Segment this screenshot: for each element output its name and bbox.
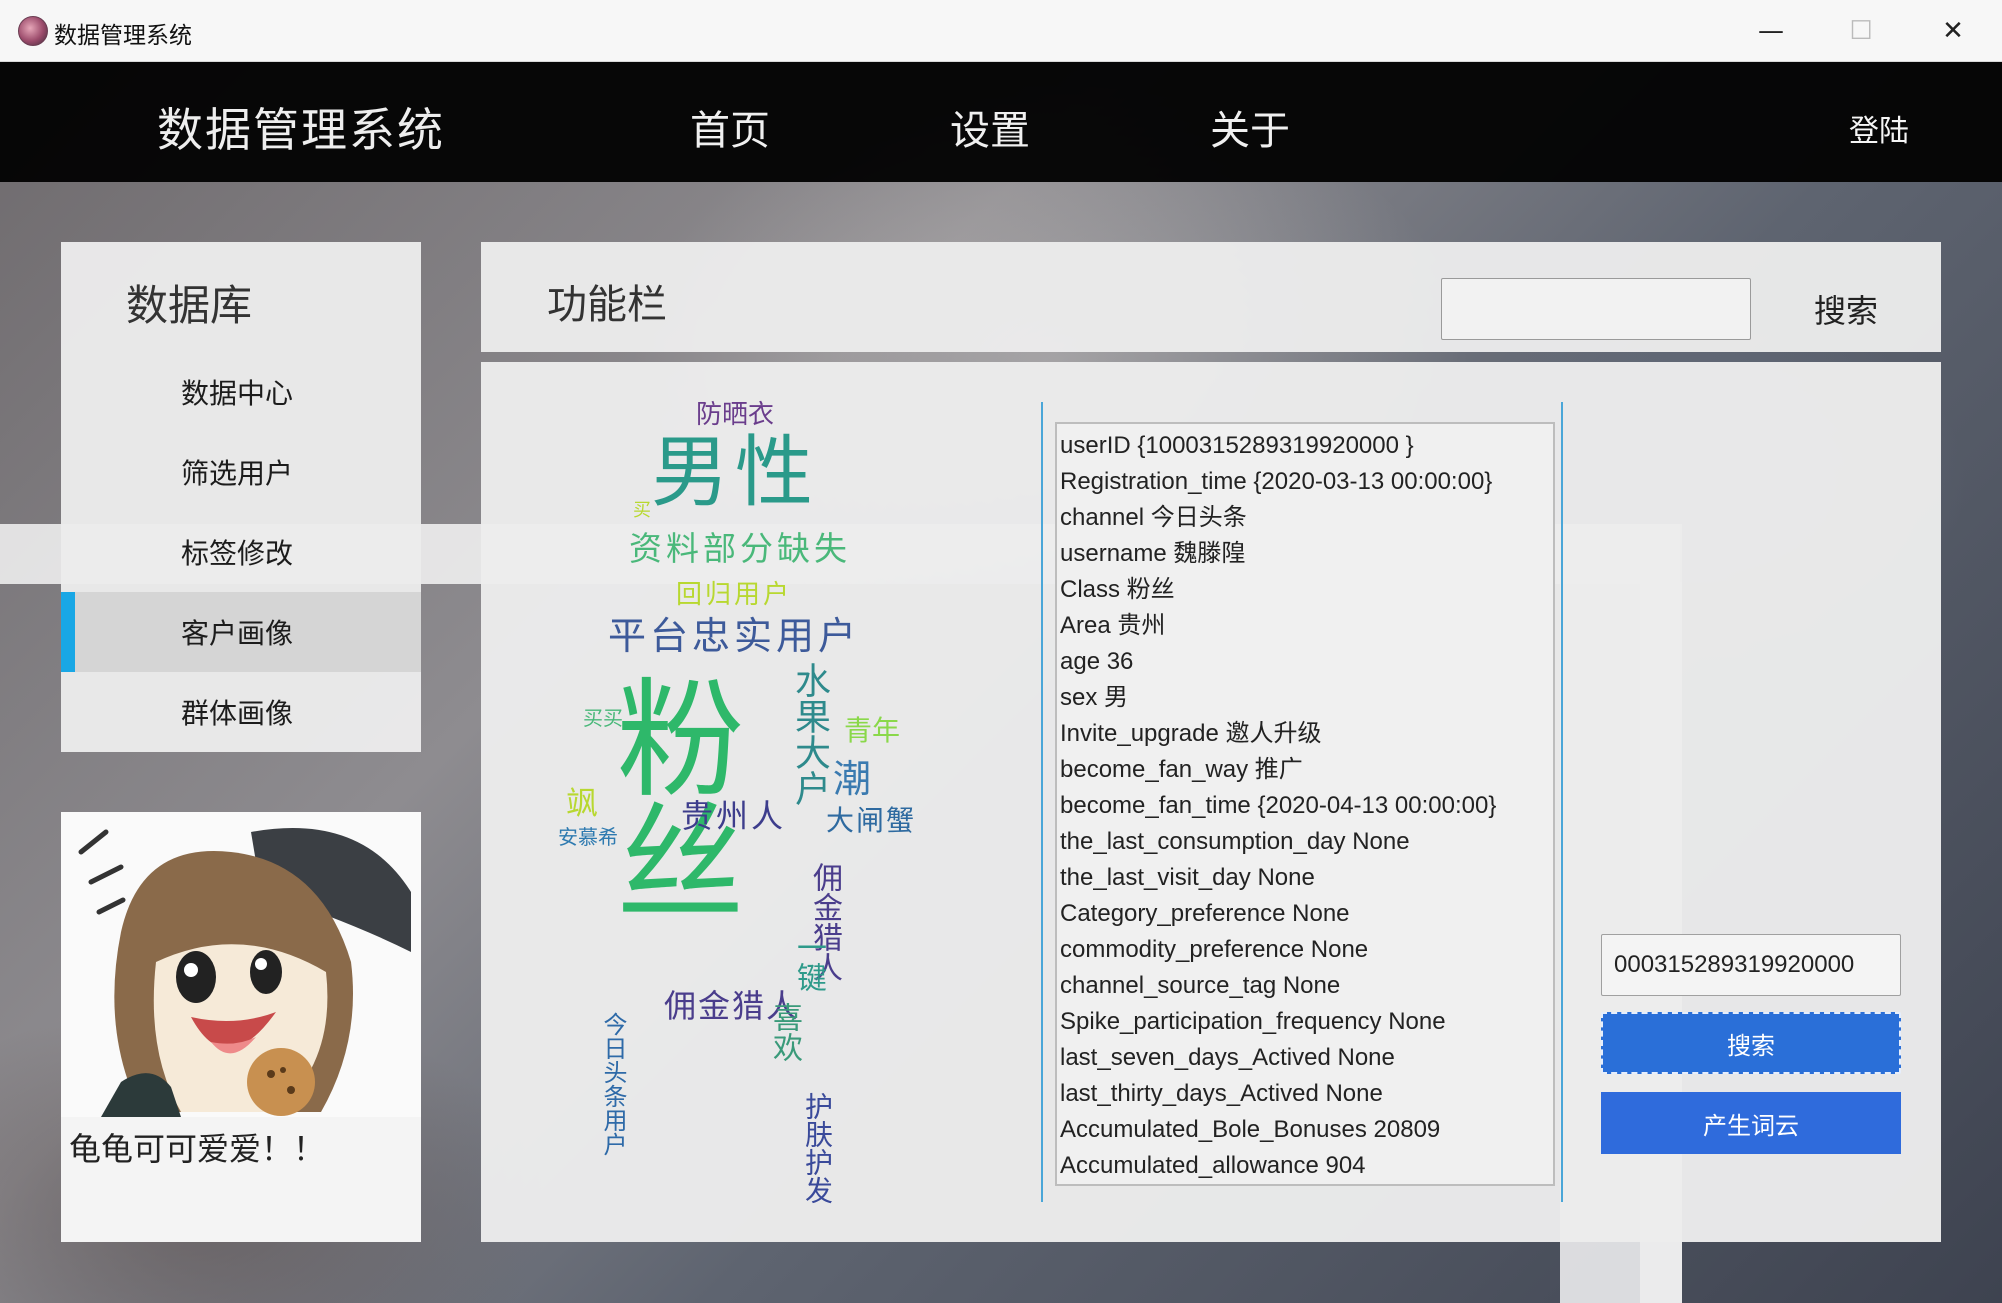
sidebar-item-label: 群体画像 <box>181 697 294 730</box>
top-navbar: 数据管理系统 首页 设置 关于 登陆 <box>0 62 2002 182</box>
nav-link-home[interactable]: 首页 <box>690 98 770 156</box>
word-cloud-word: 买买 <box>583 706 623 730</box>
sidebar-item-label: 标签修改 <box>181 537 294 570</box>
close-icon: ✕ <box>1942 16 1964 46</box>
profile-field-row: Registration_time {2020-03-13 00:00:00} <box>1060 468 1493 495</box>
word-cloud-word: 粉丝 <box>594 672 743 920</box>
profile-field-row: last_seven_days_Actived None <box>1060 1044 1395 1071</box>
word-cloud-word: 资料部分缺失 <box>629 529 851 568</box>
profile-field-row: become_fan_time {2020-04-13 00:00:00} <box>1060 792 1497 819</box>
profile-field-row: become_fan_way 推广 <box>1060 756 1303 783</box>
sidebar-item-label: 筛选用户 <box>181 457 294 490</box>
app-logo-icon <box>18 16 48 46</box>
word-cloud-word: 一键 <box>791 932 826 992</box>
profile-field-row: username 魏滕隍 <box>1060 540 1246 567</box>
generate-wordcloud-button[interactable]: 产生词云 <box>1601 1092 1901 1154</box>
word-cloud-word: 买 <box>633 500 651 521</box>
profile-field-row: last_thirty_days_Actived None <box>1060 1080 1383 1107</box>
profile-field-row: channel 今日头条 <box>1060 504 1247 531</box>
word-cloud-word: 飒 <box>566 784 599 822</box>
profile-field-row: Accumulated_Bole_Bonuses 20809 <box>1060 1116 1441 1143</box>
profile-field-row: age 36 <box>1060 648 1134 675</box>
profile-field-row: commodity_preference None <box>1060 936 1369 963</box>
profile-field-row: the_last_consumption_day None <box>1060 828 1410 855</box>
word-cloud: 防晒衣 男性 买 资料部分缺失 回归用户 平台忠实用户 粉丝 水果大户 青年 买… <box>541 372 981 1232</box>
avatar-card: 龟龟可可爱爱！！ <box>61 812 421 1242</box>
window-title: 数据管理系统 <box>54 23 192 49</box>
sidebar-title: 数据库 <box>126 281 253 330</box>
sidebar-item-data-center[interactable]: 数据中心 <box>61 352 421 432</box>
minimize-icon: — <box>1758 16 1784 46</box>
profile-field-row: the_last_visit_day None <box>1060 864 1315 891</box>
word-cloud-word: 安慕希 <box>558 825 618 849</box>
minimize-button[interactable]: — <box>1740 0 1802 62</box>
top-search-input[interactable] <box>1441 278 1751 340</box>
maximize-button[interactable]: ☐ <box>1830 0 1892 62</box>
word-cloud-word: 青年 <box>844 714 901 747</box>
login-link[interactable]: 登陆 <box>1849 106 1909 150</box>
maximize-icon: ☐ <box>1849 16 1873 46</box>
profile-field-row: Accumulated_allowance 904 <box>1060 1152 1366 1179</box>
nav-link-settings[interactable]: 设置 <box>950 98 1030 156</box>
profile-field-row: sex 男 <box>1060 684 1129 711</box>
top-search-button[interactable]: 搜索 <box>1791 278 1901 340</box>
word-cloud-word: 护肤护发 <box>801 1092 834 1204</box>
sidebar-item-label: 数据中心 <box>181 377 294 410</box>
sidebar: 数据库 数据中心 筛选用户 标签修改 客户画像 群体画像 <box>61 242 421 752</box>
profile-field-row: Area 贵州 <box>1060 612 1166 639</box>
word-cloud-word: 大闸蟹 <box>826 804 917 837</box>
user-id-input[interactable] <box>1601 934 1901 996</box>
avatar-caption: 龟龟可可爱爱！！ <box>69 1130 326 1168</box>
profile-field-row: Invite_upgrade 邀人升级 <box>1060 720 1322 747</box>
word-cloud-word: 喜欢 <box>767 1002 802 1062</box>
user-search-button[interactable]: 搜索 <box>1601 1012 1901 1074</box>
avatar-illustration <box>61 812 421 1117</box>
profile-field-row: channel_source_tag None <box>1060 972 1341 999</box>
word-cloud-word: 防晒衣 <box>696 400 775 430</box>
word-cloud-word: 贵州人 <box>681 797 787 835</box>
sidebar-item-filter-users[interactable]: 筛选用户 <box>61 432 421 512</box>
sidebar-item-tag-edit[interactable]: 标签修改 <box>61 512 421 592</box>
window-titlebar[interactable]: 数据管理系统 — ☐ ✕ <box>0 0 2002 62</box>
nav-link-about[interactable]: 关于 <box>1210 98 1290 156</box>
profile-field-row: Category_preference None <box>1060 900 1350 927</box>
avatar <box>61 812 421 1117</box>
profile-field-row: userID {1000315289319920000 } <box>1060 432 1414 459</box>
word-cloud-word: 今日头条用户 <box>599 1012 627 1156</box>
profile-field-row: Spike_participation_frequency None <box>1060 1008 1446 1035</box>
word-cloud-word: 回归用户 <box>676 580 793 610</box>
sidebar-item-group-profile[interactable]: 群体画像 <box>61 672 421 752</box>
sidebar-item-customer-profile[interactable]: 客户画像 <box>61 592 421 672</box>
sidebar-item-label: 客户画像 <box>181 617 294 650</box>
word-cloud-word: 潮 <box>833 757 872 801</box>
profile-field-list[interactable]: userID {1000315289319920000 } Registratio… <box>1055 422 1555 1186</box>
customer-profile-panel: 防晒衣 男性 买 资料部分缺失 回归用户 平台忠实用户 粉丝 水果大户 青年 买… <box>481 362 1941 1242</box>
function-bar: 功能栏 搜索 <box>481 242 1941 352</box>
profile-field-row: Class 粉丝 <box>1060 576 1175 603</box>
function-bar-title: 功能栏 <box>547 282 667 328</box>
close-button[interactable]: ✕ <box>1922 0 1984 62</box>
word-cloud-word: 平台忠实用户 <box>608 614 861 658</box>
brand-title: 数据管理系统 <box>157 103 445 157</box>
word-cloud-word: 男性 <box>651 428 820 518</box>
word-cloud-word: 水果大户 <box>789 662 830 806</box>
